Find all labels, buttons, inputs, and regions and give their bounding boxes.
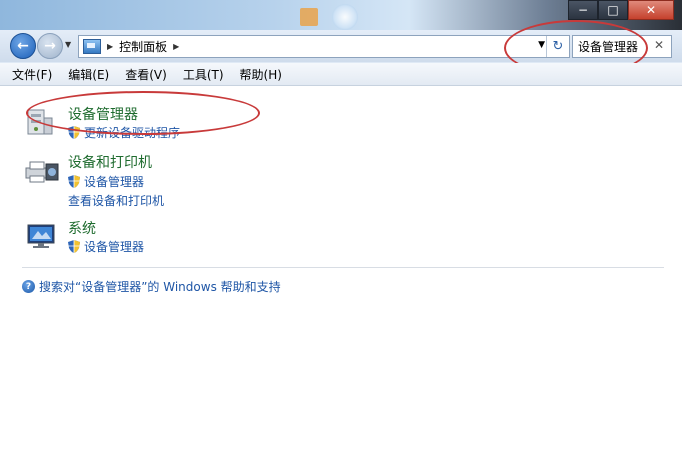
device-manager-icon	[27, 109, 53, 135]
menu-bar: 文件(F) 编辑(E) 查看(V) 工具(T) 帮助(H)	[0, 63, 682, 86]
address-dropdown-chevron-down-icon[interactable]: ▼	[538, 40, 545, 50]
divider	[22, 267, 664, 268]
result-title[interactable]: 设备管理器	[68, 104, 138, 124]
breadcrumb-separator-icon[interactable]: ▶	[173, 42, 179, 51]
window-caption-buttons: − □ ✕	[568, 0, 674, 20]
windows-help-search-link[interactable]: ? 搜索对“设备管理器”的 Windows 帮助和支持	[22, 278, 281, 295]
result-system: 系统 设备管理器	[24, 218, 274, 258]
result-link-label: 更新设备驱动程序	[84, 126, 181, 140]
result-link-label: 设备管理器	[84, 175, 145, 189]
address-toolbar: ← → ▼ ▶ 控制面板 ▶ ▼ ↻ 设备管理器 ✕	[0, 30, 682, 62]
control-panel-icon	[83, 39, 101, 54]
help-link-label: 搜索对“设备管理器”的 Windows 帮助和支持	[39, 280, 281, 294]
close-button[interactable]: ✕	[628, 0, 674, 20]
result-link-device-manager[interactable]: 设备管理器	[68, 238, 144, 255]
uac-shield-icon	[68, 126, 80, 139]
result-link-update-driver[interactable]: 更新设备驱动程序	[68, 124, 180, 141]
result-link-label: 设备管理器	[84, 240, 145, 254]
uac-shield-icon	[68, 240, 80, 253]
desktop-icon	[300, 8, 318, 26]
result-link-view-devices[interactable]: 查看设备和打印机	[68, 192, 164, 209]
breadcrumb-control-panel[interactable]: 控制面板	[119, 38, 167, 55]
desktop-icon	[332, 4, 358, 30]
menu-edit[interactable]: 编辑(E)	[64, 66, 113, 83]
forward-button[interactable]: →	[37, 33, 63, 59]
help-icon: ?	[22, 280, 35, 293]
clear-search-icon[interactable]: ✕	[654, 38, 664, 52]
result-title[interactable]: 系统	[68, 218, 96, 238]
menu-view[interactable]: 查看(V)	[121, 66, 171, 83]
maximize-button[interactable]: □	[598, 0, 628, 20]
back-button[interactable]: ←	[10, 33, 36, 59]
uac-shield-icon	[68, 175, 80, 188]
result-device-manager: 设备管理器 更新设备驱动程序	[24, 104, 274, 148]
system-computer-icon	[27, 224, 55, 248]
result-title[interactable]: 设备和打印机	[68, 152, 152, 172]
menu-file[interactable]: 文件(F)	[8, 66, 56, 83]
search-input-value: 设备管理器	[578, 40, 639, 54]
breadcrumb-separator-icon[interactable]: ▶	[107, 42, 113, 51]
result-devices-and-printers: 设备和打印机 设备管理器 查看设备和打印机	[24, 152, 274, 210]
refresh-icon[interactable]: ↻	[546, 36, 569, 57]
printer-icon	[25, 161, 59, 183]
address-bar[interactable]: ▶ 控制面板 ▶ ▼ ↻	[78, 35, 570, 58]
minimize-button[interactable]: −	[568, 0, 598, 20]
menu-help[interactable]: 帮助(H)	[236, 66, 286, 83]
result-link-device-manager[interactable]: 设备管理器	[68, 173, 144, 190]
recent-pages-chevron-down-icon[interactable]: ▼	[65, 40, 71, 49]
search-results-pane: 设备管理器 更新设备驱动程序 设备和打印机 设备管理器 查看设备和打印机 系统 …	[0, 86, 682, 461]
menu-tools[interactable]: 工具(T)	[179, 66, 228, 83]
